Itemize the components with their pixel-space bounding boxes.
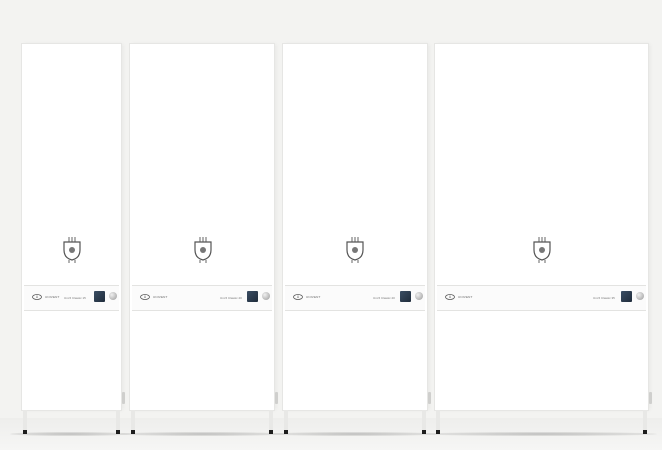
brand-logo: U UNIVENT — [32, 294, 60, 300]
control-display[interactable] — [94, 291, 105, 302]
brand-name: UNIVENT — [153, 295, 168, 299]
model-label: Uni-5 Classic 20 — [373, 296, 395, 300]
brand-name: UNIVENT — [458, 295, 473, 299]
heat-exchanger-icon — [63, 237, 81, 263]
heat-exchanger-icon — [533, 237, 551, 263]
cabinet-connector — [428, 392, 431, 404]
control-knob[interactable] — [415, 292, 423, 300]
cabinet-connector — [122, 392, 125, 404]
cabinet-connector — [275, 392, 278, 404]
brand-logo: U UNIVENT — [293, 294, 321, 300]
brand-name: UNIVENT — [45, 295, 60, 299]
control-panel: U UNIVENT Uni-5 Classic 15 — [24, 285, 119, 311]
cabinet-foot — [284, 410, 288, 432]
svg-text:U: U — [297, 295, 300, 299]
model-label: Uni-5 Classic 15 — [64, 296, 86, 300]
univent-logo-icon: U — [32, 294, 42, 300]
control-panel: U UNIVENT Uni-5 Classic 20 — [285, 285, 425, 311]
brand-logo: U UNIVENT — [445, 294, 473, 300]
control-display[interactable] — [400, 291, 411, 302]
cabinet-foot — [23, 410, 27, 432]
cabinet-3: U UNIVENT Uni-5 Classic 20 — [283, 44, 427, 410]
svg-text:U: U — [449, 295, 452, 299]
cabinet-foot — [116, 410, 120, 432]
model-label: Uni-5 Classic 35 — [593, 296, 615, 300]
brand-logo: U UNIVENT — [140, 294, 168, 300]
heat-exchanger-icon — [194, 237, 212, 263]
cabinet-foot — [131, 410, 135, 432]
model-label: Uni-5 Classic 20 — [220, 296, 242, 300]
svg-text:U: U — [36, 295, 39, 299]
univent-logo-icon: U — [140, 294, 150, 300]
cabinet-connector — [649, 392, 652, 404]
floor-shadow — [272, 432, 437, 436]
control-knob[interactable] — [262, 292, 270, 300]
control-panel: U UNIVENT Uni-5 Classic 35 — [437, 285, 646, 311]
control-knob[interactable] — [109, 292, 117, 300]
svg-text:U: U — [144, 295, 147, 299]
control-display[interactable] — [247, 291, 258, 302]
floor-shadow — [120, 432, 285, 436]
cabinet-2: U UNIVENT Uni-5 Classic 20 — [130, 44, 274, 410]
univent-logo-icon: U — [445, 294, 455, 300]
heat-exchanger-icon — [346, 237, 364, 263]
cabinet-foot — [422, 410, 426, 432]
cabinet-foot — [436, 410, 440, 432]
control-panel: U UNIVENT Uni-5 Classic 20 — [132, 285, 272, 311]
cabinet-4: U UNIVENT Uni-5 Classic 35 — [435, 44, 648, 410]
floor-shadow — [10, 432, 130, 436]
control-display[interactable] — [621, 291, 632, 302]
control-knob[interactable] — [636, 292, 644, 300]
cabinet-foot — [269, 410, 273, 432]
cabinet-1: U UNIVENT Uni-5 Classic 15 — [22, 44, 121, 410]
floor-shadow — [425, 432, 657, 436]
univent-logo-icon: U — [293, 294, 303, 300]
brand-name: UNIVENT — [306, 295, 321, 299]
cabinet-foot — [643, 410, 647, 432]
